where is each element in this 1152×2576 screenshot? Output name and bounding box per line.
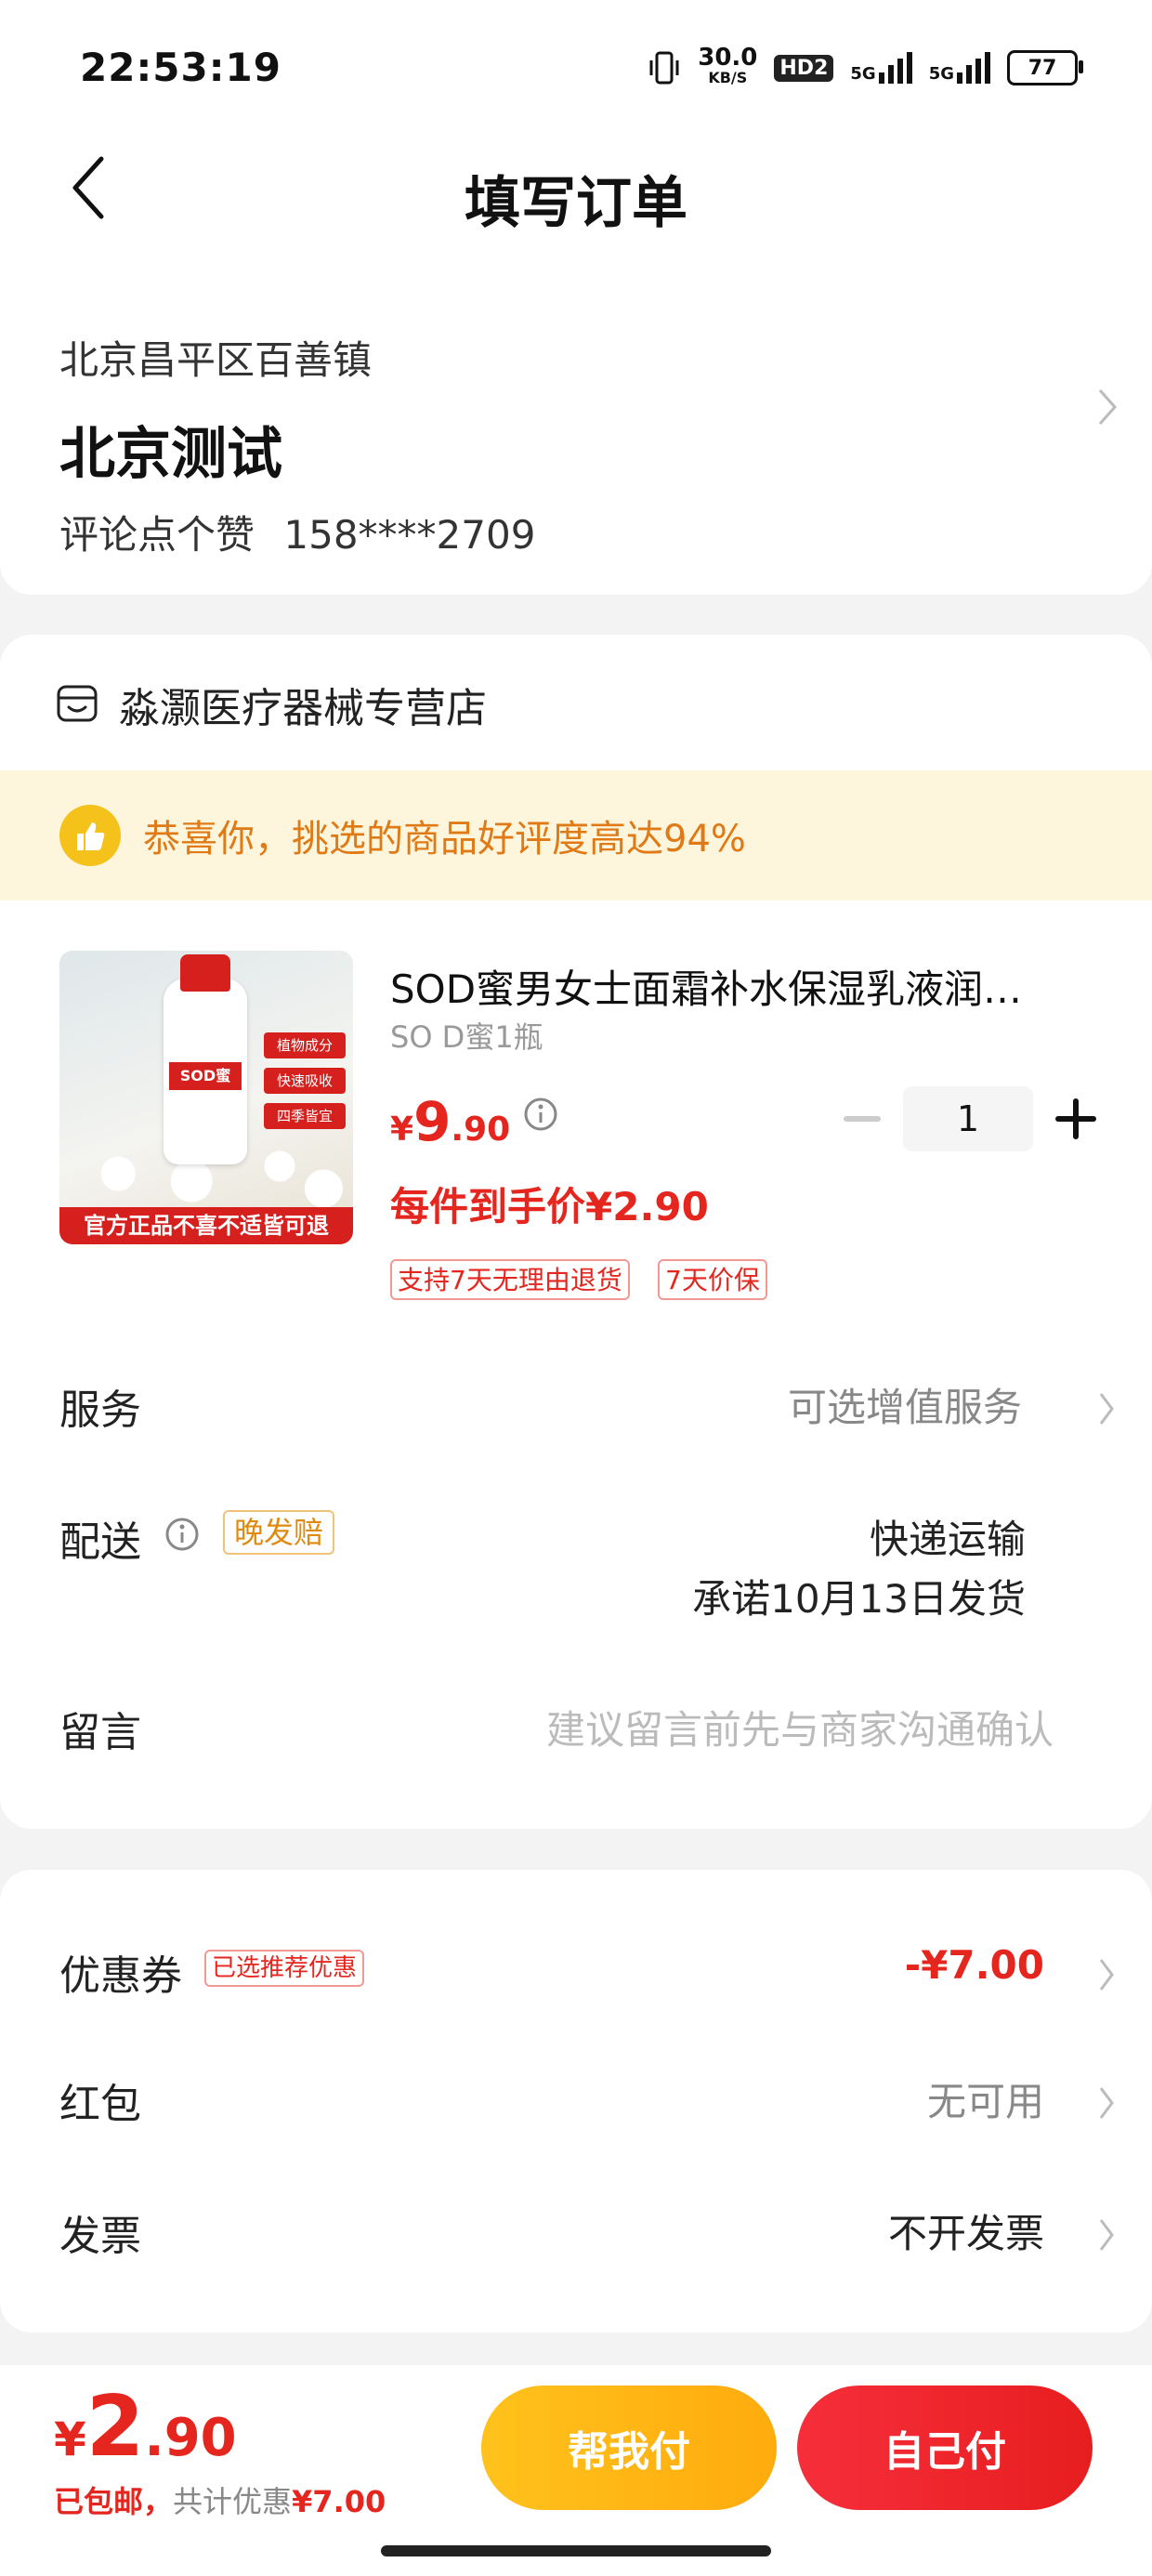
chevron-right-icon bbox=[1098, 2074, 1115, 2133]
order-card: 淼灏医疗器械专营店 恭喜你，挑选的商品好评度高达94% SOD蜜 植物成分 快速… bbox=[0, 635, 1152, 1829]
network-speed-value: 30.0 bbox=[698, 44, 758, 72]
chevron-right-icon bbox=[1096, 381, 1119, 440]
status-bar: 22:53:19 30.0 KB/S HD2 5G 5G 77 bbox=[0, 0, 1152, 130]
shop-row[interactable]: 淼灏医疗器械专营店 bbox=[56, 672, 487, 737]
status-icons: 30.0 KB/S HD2 5G 5G 77 bbox=[648, 44, 1083, 91]
unit-price: 每件到手价¥2.90 bbox=[390, 1184, 709, 1229]
signal-5g-icon: 5G bbox=[850, 52, 912, 84]
promo-text: 恭喜你，挑选的商品好评度高达94% bbox=[143, 818, 746, 861]
signal-2-label: 5G bbox=[928, 64, 954, 84]
shipping-text: 已包邮， bbox=[54, 2484, 174, 2519]
quantity-stepper: 1 bbox=[844, 1086, 1096, 1151]
battery-icon: 77 bbox=[1007, 50, 1083, 85]
product-image[interactable]: SOD蜜 植物成分 快速吸收 四季皆宜 官方正品不喜不适皆可退 bbox=[59, 951, 353, 1244]
product-image-caption: 官方正品不喜不适皆可退 bbox=[59, 1207, 353, 1244]
price-integer: 9 bbox=[413, 1090, 452, 1153]
promo-banner: 恭喜你，挑选的商品好评度高达94% bbox=[0, 770, 1152, 900]
service-value[interactable]: 可选增值服务 bbox=[788, 1376, 1022, 1433]
address-region: 北京昌平区百善镇 bbox=[59, 337, 373, 383]
status-time: 22:53:19 bbox=[80, 45, 281, 90]
address-contact: 评论点个赞 158****2709 bbox=[59, 504, 535, 560]
hd-icon: HD2 bbox=[774, 54, 834, 82]
red-packet-label: 红包 bbox=[59, 2081, 141, 2128]
product-image-chip: 植物成分 bbox=[264, 1032, 346, 1058]
contact-name: 评论点个赞 bbox=[59, 512, 255, 558]
coupon-value[interactable]: -¥7.00 bbox=[905, 1942, 1044, 1988]
quantity-input[interactable]: 1 bbox=[903, 1086, 1033, 1151]
coupon-recommend-badge: 已选推荐优惠 bbox=[204, 1950, 365, 1987]
delivery-label: 配送 bbox=[59, 1518, 141, 1566]
address-name: 北京测试 bbox=[59, 422, 282, 487]
discount-label: 共计优惠 bbox=[173, 2484, 293, 2519]
home-indicator[interactable] bbox=[381, 2545, 771, 2556]
product-spec[interactable]: SO D蜜1瓶 bbox=[390, 1014, 543, 1057]
red-packet-value[interactable]: 无可用 bbox=[927, 2070, 1044, 2127]
benefits-card: 优惠券 已选推荐优惠 -¥7.00 红包 无可用 发票 不开发票 bbox=[0, 1870, 1152, 2333]
total-decimal: .90 bbox=[144, 2408, 237, 2468]
return-policy-tag: 支持7天无理由退货 bbox=[390, 1259, 630, 1300]
vibrate-icon bbox=[649, 51, 679, 85]
nav-bar: 填写订单 bbox=[0, 130, 1152, 242]
thumbs-up-icon bbox=[59, 805, 121, 866]
delivery-method: 快递运输 bbox=[869, 1517, 1026, 1562]
message-label: 留言 bbox=[59, 1709, 141, 1756]
total-summary: 已包邮，共计优惠¥7.00 bbox=[54, 2478, 386, 2521]
chevron-right-icon bbox=[1098, 2206, 1115, 2265]
price-currency: ¥ bbox=[390, 1111, 414, 1149]
total-price: ¥ 2 .90 bbox=[54, 2378, 237, 2476]
price-info-icon[interactable] bbox=[522, 1096, 559, 1133]
product-image-chip: 快速吸收 bbox=[264, 1068, 346, 1094]
service-label: 服务 bbox=[59, 1387, 141, 1434]
help-pay-button[interactable]: 帮我付 bbox=[481, 2385, 777, 2510]
product-bottle-cap bbox=[180, 954, 230, 992]
plus-icon[interactable] bbox=[1055, 1098, 1096, 1139]
minus-icon[interactable] bbox=[844, 1116, 881, 1122]
discount-value: ¥7.00 bbox=[292, 2484, 386, 2519]
total-integer: 2 bbox=[85, 2378, 145, 2476]
address-card[interactable]: 北京昌平区百善镇 北京测试 评论点个赞 158****2709 bbox=[0, 242, 1152, 595]
product-image-chip: 四季皆宜 bbox=[264, 1103, 346, 1129]
shop-name: 淼灏医疗器械专营店 bbox=[119, 685, 487, 732]
chevron-right-icon bbox=[1098, 1380, 1115, 1439]
product-image-label: SOD蜜 bbox=[169, 1062, 242, 1090]
network-speed: 30.0 KB/S bbox=[698, 44, 758, 88]
self-pay-button[interactable]: 自己付 bbox=[797, 2385, 1093, 2510]
chevron-right-icon bbox=[1098, 1946, 1115, 2004]
page-title: 填写订单 bbox=[465, 171, 687, 236]
delivery-promise: 承诺10月13日发货 bbox=[692, 1576, 1026, 1622]
price-protect-tag: 7天价保 bbox=[658, 1259, 767, 1300]
invoice-value[interactable]: 不开发票 bbox=[888, 2202, 1044, 2259]
message-input[interactable]: 建议留言前先与商家沟通确认 bbox=[546, 1699, 1054, 1755]
contact-phone: 158****2709 bbox=[283, 512, 536, 558]
signal-5g-icon-2: 5G bbox=[929, 52, 990, 84]
product-title[interactable]: SOD蜜男女士面霜补水保湿乳液润… bbox=[390, 958, 1022, 1015]
delivery-info-icon[interactable] bbox=[164, 1516, 201, 1553]
signal-1-label: 5G bbox=[850, 64, 876, 84]
coupon-label: 优惠券 bbox=[59, 1952, 182, 2000]
late-compensation-badge: 晚发赔 bbox=[223, 1510, 335, 1555]
total-currency: ¥ bbox=[54, 2412, 86, 2466]
price-decimal: .90 bbox=[451, 1111, 511, 1149]
checkout-bar: ¥ 2 .90 已包邮，共计优惠¥7.00 帮我付 自己付 bbox=[0, 2365, 1152, 2576]
shop-icon bbox=[57, 685, 98, 722]
product-price: ¥ 9 .90 bbox=[390, 1090, 510, 1153]
invoice-label: 发票 bbox=[59, 2213, 141, 2260]
